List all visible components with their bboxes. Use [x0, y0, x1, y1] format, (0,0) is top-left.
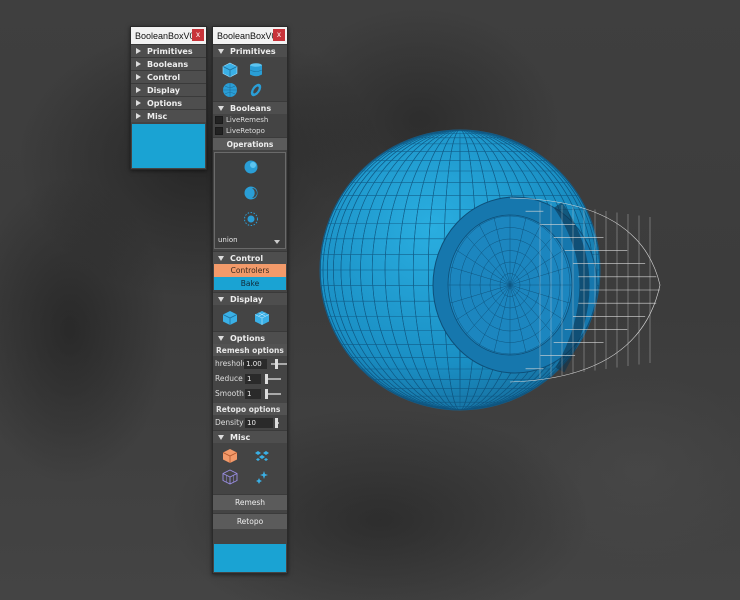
remesh-button[interactable]: Remesh [213, 494, 287, 510]
primitives-icons [213, 57, 287, 81]
section-label: Booleans [230, 103, 272, 113]
density-row: Density 10 [213, 415, 287, 430]
blue-fill-area [132, 124, 205, 168]
collapsed-arrow-icon [136, 48, 141, 54]
smooth-row: Smooth 1 [213, 386, 287, 401]
reduce-field[interactable]: 1 [245, 373, 261, 384]
retopo-options-label: Retopo options [213, 403, 287, 415]
section-misc[interactable]: Misc [131, 109, 206, 122]
display-shaded-icon[interactable] [221, 309, 239, 327]
section-label: Control [230, 253, 264, 263]
misc-icons [213, 443, 287, 467]
title-bar[interactable]: BooleanBoxV01 x [131, 27, 206, 44]
section-display[interactable]: Display [131, 83, 206, 96]
viewport-mesh[interactable] [310, 120, 670, 430]
booleanbox-window-collapsed: BooleanBoxV01 x Primitives Booleans Contro… [130, 26, 207, 170]
liveretopo-row[interactable]: LiveRetopo [213, 125, 287, 136]
section-booleans[interactable]: Booleans [213, 101, 287, 114]
pipe-primitive-icon[interactable] [247, 81, 265, 99]
collapsed-arrow-icon [136, 100, 141, 106]
section-label: Display [230, 294, 263, 304]
window-title: BooleanBoxV01 [135, 30, 200, 41]
section-label: Options [230, 333, 266, 343]
operation-select-value: union [218, 236, 238, 244]
section-label: Misc [147, 111, 168, 121]
section-label: Misc [230, 432, 251, 442]
booleanbox-window-expanded: BooleanBoxV01 x Primitives Booleans Live… [212, 26, 288, 574]
collapsed-arrow-icon [136, 61, 141, 67]
misc-icons-row2 [213, 467, 287, 488]
liveretopo-label: LiveRetopo [226, 126, 265, 135]
orange-cube-icon[interactable] [221, 447, 239, 465]
section-options[interactable]: Options [131, 96, 206, 109]
blue-fill-area [214, 544, 286, 572]
scatter-icon[interactable] [253, 447, 271, 465]
liveretopo-checkbox[interactable] [215, 126, 223, 135]
sphere-primitive-icon[interactable] [221, 81, 239, 99]
section-misc[interactable]: Misc [213, 430, 287, 443]
expanded-arrow-icon [218, 255, 224, 261]
union-icon[interactable] [243, 159, 259, 175]
density-slider[interactable] [275, 417, 279, 428]
sparkle-icon[interactable] [253, 468, 271, 486]
close-button[interactable]: x [273, 29, 285, 41]
section-primitives[interactable]: Primitives [213, 44, 287, 57]
threshold-slider[interactable] [271, 358, 288, 369]
window-title: BooleanBoxV01 [217, 30, 282, 41]
expanded-arrow-icon [218, 105, 224, 111]
smooth-slider[interactable] [265, 388, 281, 399]
operations-box: union [214, 152, 286, 249]
section-label: Options [147, 98, 183, 108]
threshold-field[interactable]: 1.00 [244, 358, 268, 369]
section-control[interactable]: Control [131, 70, 206, 83]
smooth-field[interactable]: 1 [245, 388, 261, 399]
display-wire-icon[interactable] [253, 309, 271, 327]
expanded-arrow-icon [218, 296, 224, 302]
reduce-label: Reduce [215, 374, 243, 383]
threshold-row: hreshold 1.00 [213, 356, 288, 371]
section-label: Display [147, 85, 180, 95]
section-label: Primitives [147, 46, 193, 56]
bake-button[interactable]: Bake [214, 277, 286, 290]
section-booleans[interactable]: Booleans [131, 57, 206, 70]
difference-icon[interactable] [243, 185, 259, 201]
threshold-label: hreshold [215, 359, 244, 368]
cube-primitive-icon[interactable] [221, 61, 239, 79]
section-display[interactable]: Display [213, 292, 287, 305]
controlers-button[interactable]: Controlers [214, 264, 286, 277]
reduce-slider[interactable] [265, 373, 281, 384]
liveremesh-label: LiveRemesh [226, 115, 269, 124]
density-label: Density [215, 418, 244, 427]
smooth-label: Smooth [215, 389, 244, 398]
liveremesh-checkbox[interactable] [215, 115, 223, 124]
remesh-options-label: Remesh options [213, 344, 287, 356]
density-field[interactable]: 10 [245, 417, 273, 428]
section-label: Primitives [230, 46, 276, 56]
wireframe-cube-icon[interactable] [221, 468, 239, 486]
collapsed-arrow-icon [136, 87, 141, 93]
section-control[interactable]: Control [213, 251, 287, 264]
section-label: Control [147, 72, 181, 82]
collapsed-arrow-icon [136, 74, 141, 80]
chevron-down-icon [274, 240, 280, 244]
reduce-row: Reduce 1 [213, 371, 287, 386]
title-bar[interactable]: BooleanBoxV01 x [213, 27, 287, 44]
expanded-arrow-icon [218, 434, 224, 440]
intersection-icon[interactable] [243, 211, 259, 227]
primitives-icons-row2 [213, 81, 287, 101]
expanded-arrow-icon [218, 48, 224, 54]
liveremesh-row[interactable]: LiveRemesh [213, 114, 287, 125]
operations-header: Operations [213, 137, 287, 150]
operation-select[interactable]: union [216, 236, 284, 247]
cylinder-primitive-icon[interactable] [247, 61, 265, 79]
section-options[interactable]: Options [213, 331, 287, 344]
close-button[interactable]: x [192, 29, 204, 41]
collapsed-arrow-icon [136, 113, 141, 119]
display-icons [213, 305, 287, 329]
retopo-button[interactable]: Retopo [213, 513, 287, 529]
section-primitives[interactable]: Primitives [131, 44, 206, 57]
expanded-arrow-icon [218, 335, 224, 341]
section-label: Booleans [147, 59, 189, 69]
